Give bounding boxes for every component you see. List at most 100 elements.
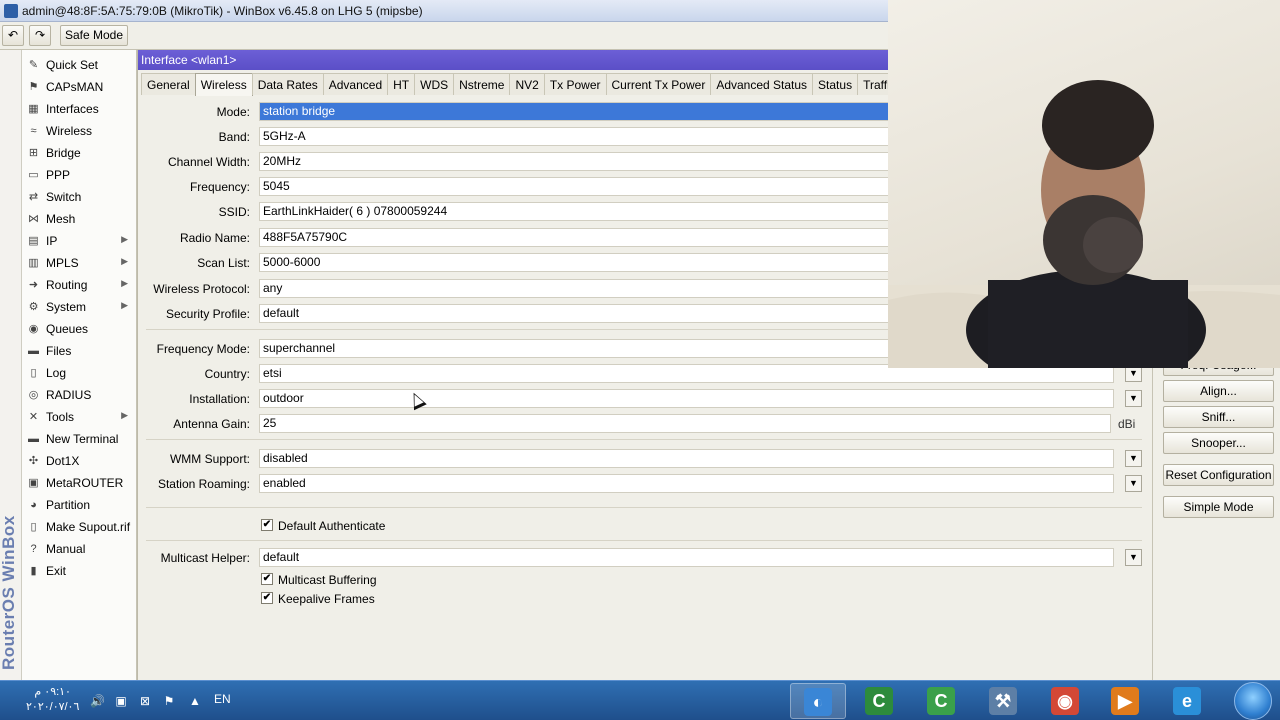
sidebar-item-radius[interactable]: ◎ RADIUS [22,384,136,406]
station-roaming-select[interactable]: enabled [259,474,1114,493]
terminal-icon: ▬ [28,433,39,445]
sidebar-item-partition[interactable]: ◕ Partition [22,494,136,516]
reset-configuration-button[interactable]: Reset Configuration [1163,464,1274,486]
sidebar-menu: ✎ Quick Set ⚑ CAPsMAN ▦ Interfaces ≈ Wireless ⊞ B… [22,50,137,680]
sidebar-item-dot1x[interactable]: ✣ Dot1X [22,450,136,472]
tray-app-icon[interactable]: ▣ [114,694,128,708]
partition-icon: ◕ [30,499,37,511]
sidebar-item-switch[interactable]: ⇄ Switch [22,186,136,208]
keepalive-frames-checkbox[interactable]: ✔ [261,592,273,604]
snooper-button[interactable]: Snooper... [1163,432,1274,454]
separator [146,507,1142,508]
ie-app[interactable]: e [1160,683,1216,719]
dropdown-arrow-icon: ▼ [1129,453,1138,463]
sidebar-item-log[interactable]: ▯ Log [22,362,136,384]
separator [146,439,1142,440]
installation-row: Installation: outdoor ▼ [138,389,1153,409]
sidebar-item-bridge[interactable]: ⊞ Bridge [22,142,136,164]
multicast-helper-dropdown-button[interactable]: ▼ [1125,549,1142,566]
sidebar-item-manual[interactable]: ? Manual [22,538,136,560]
network-status-icon[interactable]: ⊠ [138,694,152,708]
sidebar-item-make-supout-rif[interactable]: ▯ Make Supout.rif [22,516,136,538]
tab-advanced[interactable]: Advanced [322,73,389,95]
language-indicator[interactable]: EN [214,692,231,706]
camtasia-app[interactable]: C [852,683,908,719]
media-player-app[interactable]: ▶ [1098,683,1154,719]
webcam-overlay [888,0,1280,368]
volume-icon[interactable]: 🔊 [90,694,105,708]
tab-wds[interactable]: WDS [414,73,455,95]
action-center-icon[interactable]: ⚑ [162,694,176,708]
sidebar-item-quick-set[interactable]: ✎ Quick Set [22,54,136,76]
redo-button[interactable]: ↷ [29,25,51,46]
dropdown-arrow-icon: ▼ [1129,478,1138,488]
sidebar-item-label: MetaROUTER [46,476,124,490]
sidebar-item-tools[interactable]: ✕ Tools ▶ [22,406,136,428]
sidebar-item-queues[interactable]: ◉ Queues [22,318,136,340]
wmm-support-dropdown-button[interactable]: ▼ [1125,450,1142,467]
sidebar-item-routing[interactable]: ➜ Routing ▶ [22,274,136,296]
sidebar-item-ppp[interactable]: ▭ PPP [22,164,136,186]
tray-clock[interactable]: ٠٩:١٠ م ٢٠٢٠/٠٧/٠٦ [26,685,79,715]
tab-status[interactable]: Status [812,73,859,95]
installation-label: Installation: [189,392,250,406]
installation-select[interactable]: outdoor [259,389,1114,408]
radius-icon: ◎ [28,389,39,401]
sidebar-item-system[interactable]: ⚙ System ▶ [22,296,136,318]
chrome-app[interactable]: ◉ [1038,683,1094,719]
tab-nstreme[interactable]: Nstreme [453,73,511,95]
sidebar-item-mesh[interactable]: ⋈ Mesh [22,208,136,230]
frequency-label: Frequency: [189,180,250,194]
default-authenticate-checkbox[interactable]: ✔ [261,519,273,531]
network-app[interactable]: ⚒ [976,683,1032,719]
antenna-gain-unit: dBi [1118,417,1136,431]
presenter-video [888,80,1280,368]
undo-icon: ↶ [7,28,19,42]
tab-wireless[interactable]: Wireless [194,73,253,96]
sidebar-item-label: System [46,300,87,314]
redo-icon: ↷ [34,28,46,42]
sidebar-item-label: IP [46,234,58,248]
winbox-app[interactable]: ◐ [790,683,846,719]
sniff-button[interactable]: Sniff... [1163,406,1274,428]
sidebar-item-metarouter[interactable]: ▣ MetaROUTER [22,472,136,494]
radio-name-label: Radio Name: [179,231,250,245]
sidebar-item-interfaces[interactable]: ▦ Interfaces [22,98,136,120]
multicast-buffering-checkbox[interactable]: ✔ [261,573,273,585]
show-hidden-icons-icon[interactable]: ▲ [188,694,202,708]
taskbar: ٠٩:١٠ م ٢٠٢٠/٠٧/٠٦ 🔊 ▣ ⊠ ⚑ ▲ EN ◐ C C ⚒ ◉ ▶ e [0,680,1280,720]
station-roaming-dropdown-button[interactable]: ▼ [1125,475,1142,492]
tab-general[interactable]: General [141,73,196,95]
sidebar-item-exit[interactable]: ▮ Exit [22,560,136,582]
tab-nv2[interactable]: NV2 [509,73,545,95]
align-button[interactable]: Align... [1163,380,1274,402]
sidebar-item-label: Files [46,344,72,358]
sidebar-item-new-terminal[interactable]: ▬ New Terminal [22,428,136,450]
submenu-arrow-icon: ▶ [121,410,128,420]
safe-mode-button[interactable]: Safe Mode [60,25,128,46]
camtasia-recorder-app[interactable]: C [914,683,970,719]
queues-icon: ◉ [28,323,39,335]
multicast-helper-row: Multicast Helper: default ▼ [138,548,1153,568]
sidebar-item-wireless[interactable]: ≈ Wireless [22,120,136,142]
sidebar-item-ip[interactable]: ▤ IP ▶ [22,230,136,252]
tab-data-rates[interactable]: Data Rates [251,73,324,95]
sidebar-item-label: Bridge [46,146,81,160]
tab-tx-power[interactable]: Tx Power [543,73,607,95]
tab-current-tx-power[interactable]: Current Tx Power [605,73,712,95]
sidebar-item-label: Mesh [46,212,76,226]
antenna-gain-input[interactable]: 25 [259,414,1111,433]
multicast-helper-select[interactable]: default [259,548,1114,567]
installation-dropdown-button[interactable]: ▼ [1125,390,1142,407]
tab-ht[interactable]: HT [387,73,416,95]
start-button[interactable] [1234,682,1272,720]
tab-advanced-status[interactable]: Advanced Status [710,73,814,95]
sidebar-item-files[interactable]: ▬ Files [22,340,136,362]
interfaces-icon: ▦ [28,103,39,115]
brand-text: RouterOS WinBox [0,515,18,670]
undo-button[interactable]: ↶ [2,25,24,46]
sidebar-item-capsman[interactable]: ⚑ CAPsMAN [22,76,136,98]
simple-mode-button[interactable]: Simple Mode [1163,496,1274,518]
wmm-support-select[interactable]: disabled [259,449,1114,468]
sidebar-item-mpls[interactable]: ▥ MPLS ▶ [22,252,136,274]
